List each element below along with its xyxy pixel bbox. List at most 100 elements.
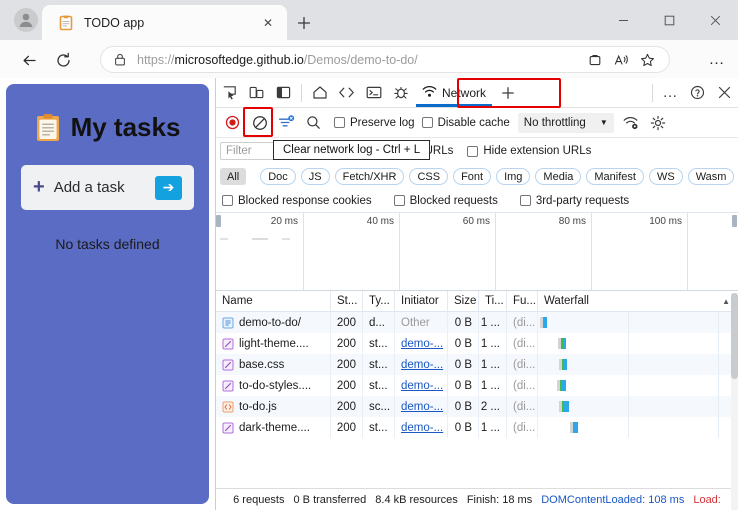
blocked-requests-checkbox[interactable]: Blocked requests: [393, 195, 498, 207]
hide-extension-urls-checkbox-box[interactable]: [467, 145, 479, 157]
tab-console-icon[interactable]: [360, 80, 387, 106]
browser-tab-todo-app[interactable]: TODO app ✕: [42, 5, 287, 40]
new-tab-button[interactable]: [292, 11, 316, 35]
chip-js[interactable]: JS: [300, 168, 330, 185]
network-timeline-overview[interactable]: 20 ms 40 ms 60 ms 80 ms 100 ms: [216, 213, 738, 291]
tab-sources-bug-icon[interactable]: [387, 80, 414, 106]
cell-initiator-link[interactable]: demo-...: [401, 338, 443, 350]
devtools-close-icon[interactable]: [711, 80, 738, 106]
reload-button[interactable]: [50, 47, 76, 73]
network-table-scrollbar[interactable]: [731, 293, 738, 510]
cell-initiator[interactable]: demo-...: [395, 375, 448, 396]
disable-cache-checkbox-box[interactable]: [421, 117, 433, 128]
table-row[interactable]: light-theme.... 200 st... demo-... 0 B 1…: [216, 333, 738, 354]
stylesheet-icon: [222, 380, 234, 392]
chip-img[interactable]: Img: [496, 168, 531, 185]
cell-initiator[interactable]: demo-...: [395, 354, 448, 375]
chip-css[interactable]: CSS: [409, 168, 449, 185]
favorite-icon[interactable]: [635, 48, 659, 72]
browser-settings-more-button[interactable]: …: [704, 48, 730, 72]
tab-network[interactable]: Network: [414, 79, 494, 107]
chip-manifest[interactable]: Manifest: [586, 168, 644, 185]
column-header-waterfall[interactable]: Waterfall ▲: [538, 291, 738, 312]
network-conditions-icon[interactable]: [618, 110, 645, 136]
cell-initiator-link[interactable]: demo-...: [401, 401, 443, 413]
tab-close-icon[interactable]: ✕: [257, 12, 279, 34]
chip-all[interactable]: All: [220, 168, 247, 185]
preserve-log-checkbox[interactable]: Preserve log: [334, 117, 415, 129]
devtools-help-icon[interactable]: [684, 80, 711, 106]
cell-initiator-link[interactable]: demo-...: [401, 380, 443, 392]
column-header-initiator[interactable]: Initiator: [395, 290, 448, 312]
table-row[interactable]: to-do-styles.... 200 st... demo-... 0 B …: [216, 375, 738, 396]
hide-extension-urls-checkbox[interactable]: Hide extension URLs: [467, 145, 591, 157]
preserve-log-checkbox-box[interactable]: [334, 117, 345, 128]
column-header-size[interactable]: Size: [448, 290, 479, 312]
table-row[interactable]: base.css 200 st... demo-... 0 B 1 ... (d…: [216, 354, 738, 375]
devtools-more-button[interactable]: …: [657, 80, 684, 106]
timeline-left-handle[interactable]: [216, 215, 221, 227]
network-table-body[interactable]: demo-to-do/ 200 d... Other 0 B 1 ... (di…: [216, 312, 738, 488]
window-close-button[interactable]: [692, 0, 738, 40]
timeline-right-handle[interactable]: [732, 215, 737, 227]
filter-toggle-button[interactable]: [273, 110, 300, 136]
column-header-type[interactable]: Ty...: [363, 290, 395, 312]
blocked-requests-box[interactable]: [393, 195, 405, 206]
cell-name[interactable]: dark-theme....: [216, 417, 331, 438]
lock-icon: [111, 53, 129, 66]
third-party-requests-checkbox[interactable]: 3rd-party requests: [519, 195, 629, 207]
read-aloud-icon[interactable]: [609, 48, 633, 72]
chip-doc[interactable]: Doc: [260, 168, 296, 185]
table-row[interactable]: demo-to-do/ 200 d... Other 0 B 1 ... (di…: [216, 312, 738, 333]
cell-initiator[interactable]: demo-...: [395, 396, 448, 417]
column-header-time[interactable]: Ti...: [479, 290, 507, 312]
add-task-input[interactable]: + Add a task ➔: [21, 165, 194, 210]
window-maximize-button[interactable]: [646, 0, 692, 40]
chip-font[interactable]: Font: [453, 168, 492, 185]
search-icon[interactable]: [300, 110, 327, 136]
tab-home-icon[interactable]: [306, 80, 333, 106]
throttling-dropdown[interactable]: No throttling ▼: [517, 112, 614, 133]
collections-icon[interactable]: [583, 48, 607, 72]
cell-initiator[interactable]: demo-...: [395, 333, 448, 354]
cell-initiator-link[interactable]: demo-...: [401, 359, 443, 371]
device-emulation-icon[interactable]: [243, 80, 270, 106]
column-header-fulfilled[interactable]: Fu...: [507, 290, 538, 312]
sort-ascending-icon[interactable]: ▲: [722, 297, 730, 306]
clear-network-log-button[interactable]: [246, 110, 273, 136]
chip-fetch-xhr[interactable]: Fetch/XHR: [334, 168, 405, 185]
cell-name[interactable]: to-do.js: [216, 396, 331, 417]
back-button[interactable]: [16, 47, 42, 73]
address-bar[interactable]: https://microsoftedge.github.io/Demos/de…: [100, 46, 670, 73]
add-panel-button[interactable]: [494, 80, 521, 106]
add-task-submit-button[interactable]: ➔: [155, 175, 182, 200]
cell-name[interactable]: demo-to-do/: [216, 312, 331, 333]
cell-name[interactable]: to-do-styles....: [216, 375, 331, 396]
cell-name[interactable]: base.css: [216, 354, 331, 375]
inspect-icon[interactable]: [216, 80, 243, 106]
chevron-down-icon[interactable]: ▼: [600, 118, 608, 127]
blocked-response-cookies-checkbox[interactable]: Blocked response cookies: [222, 195, 372, 207]
column-header-status[interactable]: St...: [331, 290, 363, 312]
cell-initiator[interactable]: demo-...: [395, 417, 448, 438]
column-header-name[interactable]: Name: [216, 290, 331, 312]
table-row[interactable]: to-do.js 200 sc... demo-... 0 B 2 ... (d…: [216, 396, 738, 417]
gear-icon[interactable]: [645, 110, 672, 136]
blocked-response-cookies-box[interactable]: [222, 195, 233, 206]
chip-wasm[interactable]: Wasm: [687, 168, 735, 185]
cell-name[interactable]: light-theme....: [216, 333, 331, 354]
disable-cache-checkbox[interactable]: Disable cache: [421, 117, 510, 129]
page-viewport: My tasks + Add a task ➔ No tasks defined: [0, 78, 215, 510]
third-party-requests-box[interactable]: [519, 195, 531, 206]
tab-elements-icon[interactable]: [333, 80, 360, 106]
profile-avatar[interactable]: [14, 8, 38, 32]
scrollbar-thumb[interactable]: [731, 293, 738, 379]
cell-fulfilled: (di...: [507, 354, 538, 375]
window-minimize-button[interactable]: [600, 0, 646, 40]
record-button[interactable]: [219, 110, 246, 136]
chip-media[interactable]: Media: [535, 168, 582, 185]
table-row[interactable]: dark-theme.... 200 st... demo-... 0 B 1 …: [216, 417, 738, 438]
cell-initiator-link[interactable]: demo-...: [401, 422, 443, 434]
dock-side-icon[interactable]: [270, 80, 297, 106]
chip-ws[interactable]: WS: [648, 168, 683, 185]
